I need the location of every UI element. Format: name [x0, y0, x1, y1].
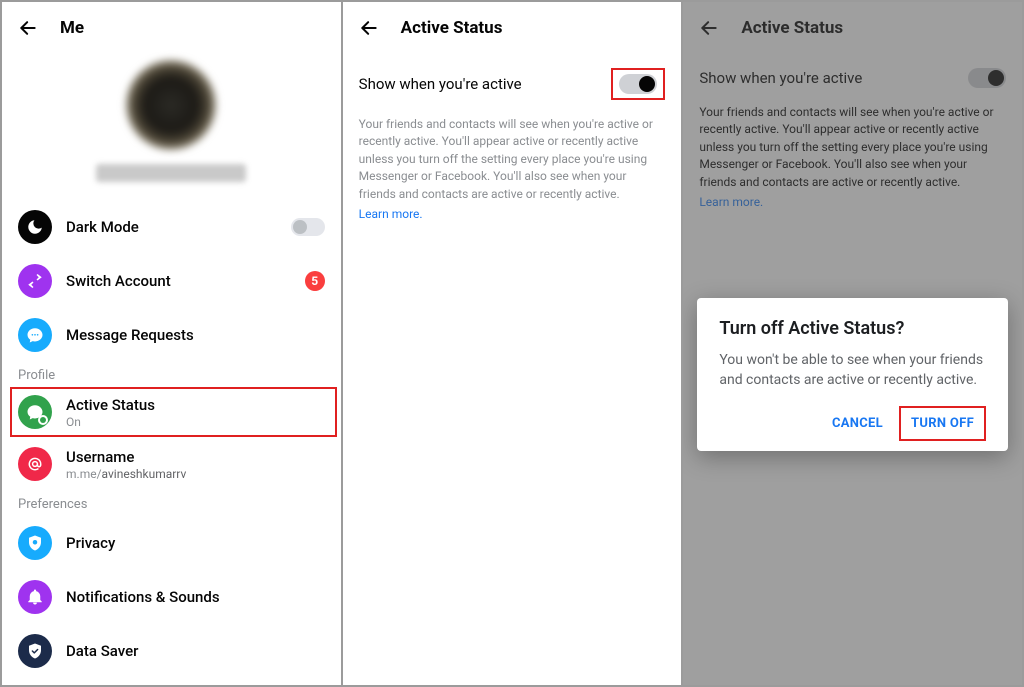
moon-icon [18, 210, 52, 244]
item-label: Switch Account [66, 272, 291, 290]
item-notifications[interactable]: Notifications & Sounds [2, 570, 341, 624]
item-dark-mode[interactable]: Dark Mode [2, 200, 341, 254]
item-sublabel: m.me/avineshkumarrv [66, 467, 325, 481]
setting-show-active: Show when you're active [343, 54, 682, 110]
chat-icon [18, 318, 52, 352]
item-label: Active Status [66, 396, 323, 414]
data-saver-icon [18, 634, 52, 668]
page-title: Me [60, 18, 84, 38]
notification-badge: 5 [305, 271, 325, 291]
item-label: Username [66, 448, 325, 466]
header: Active Status [343, 2, 682, 54]
panel-me: Me Dark Mode Switch Account 5 Message Re… [2, 2, 341, 685]
at-icon [18, 447, 52, 481]
item-username[interactable]: Username m.me/avineshkumarrv [2, 437, 341, 491]
profile-name-blurred [96, 164, 246, 182]
item-story[interactable]: Story [2, 678, 341, 685]
profile-block [2, 54, 341, 200]
learn-more-link[interactable]: Learn more. [343, 205, 439, 223]
header: Me [2, 2, 341, 54]
three-panel-layout: Me Dark Mode Switch Account 5 Message Re… [0, 0, 1024, 687]
setting-label: Show when you're active [359, 75, 522, 93]
turn-off-button[interactable]: TURN OFF [899, 406, 986, 441]
dark-mode-toggle[interactable] [291, 218, 325, 236]
item-sublabel: On [66, 415, 323, 429]
panel-active-status-dialog: Active Status Show when you're active Yo… [683, 2, 1022, 685]
item-label: Message Requests [66, 326, 325, 344]
highlight-box [611, 68, 665, 100]
item-switch-account[interactable]: Switch Account 5 [2, 254, 341, 308]
item-data-saver[interactable]: Data Saver [2, 624, 341, 678]
section-preferences: Preferences [2, 491, 341, 516]
panel-active-status: Active Status Show when you're active Yo… [343, 2, 682, 685]
active-status-icon [18, 395, 52, 429]
item-privacy[interactable]: Privacy [2, 516, 341, 570]
item-label: Notifications & Sounds [66, 588, 325, 606]
back-icon[interactable] [18, 18, 38, 38]
item-label: Dark Mode [66, 218, 277, 236]
back-icon[interactable] [359, 18, 379, 38]
dialog-body: You won't be able to see when your frien… [719, 351, 986, 390]
dialog-title: Turn off Active Status? [719, 318, 986, 339]
cancel-button[interactable]: CANCEL [822, 408, 893, 439]
shield-icon [18, 526, 52, 560]
section-profile: Profile [2, 362, 341, 387]
avatar[interactable] [126, 60, 216, 150]
item-active-status[interactable]: Active Status On [10, 387, 337, 437]
item-message-requests[interactable]: Message Requests [2, 308, 341, 362]
item-label: Privacy [66, 534, 325, 552]
item-label: Data Saver [66, 642, 325, 660]
bell-icon [18, 580, 52, 614]
page-title: Active Status [401, 18, 503, 38]
confirm-dialog: Turn off Active Status? You won't be abl… [697, 298, 1008, 451]
setting-description: Your friends and contacts will see when … [343, 110, 682, 203]
active-status-toggle[interactable] [619, 74, 657, 94]
switch-icon [18, 264, 52, 298]
dialog-actions: CANCEL TURN OFF [719, 406, 986, 441]
